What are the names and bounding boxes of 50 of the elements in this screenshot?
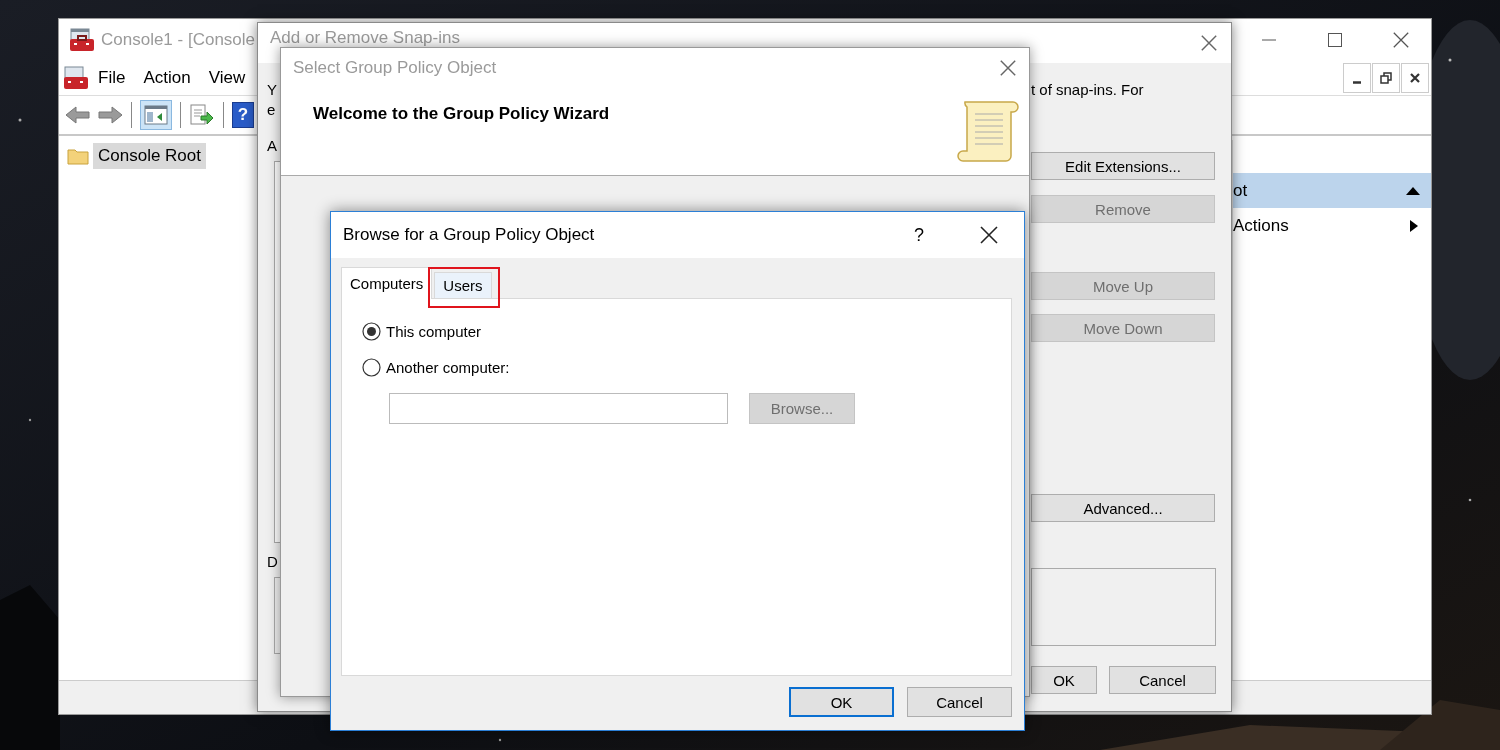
intro-text: t of snap-ins. For: [1031, 81, 1145, 100]
intro-text: e: [267, 101, 277, 120]
window-title: Select Group Policy Object: [293, 58, 497, 78]
forward-icon[interactable]: [97, 105, 123, 125]
child-close-button[interactable]: [1401, 63, 1429, 93]
menu-item[interactable]: File: [89, 68, 135, 88]
radio-button[interactable]: [362, 357, 381, 377]
actions-header-title: ot: [1233, 180, 1248, 201]
radio-label: This computer: [386, 322, 482, 340]
close-button[interactable]: [979, 225, 999, 245]
collapse-arrow-icon[interactable]: [1405, 185, 1421, 196]
child-minimize-button[interactable]: [1343, 63, 1371, 93]
back-icon[interactable]: [65, 105, 91, 125]
menu-item[interactable]: View: [199, 68, 255, 88]
restore-icon: [1380, 72, 1392, 84]
minimize-icon: [1353, 80, 1361, 84]
snapin-action-button[interactable]: Edit Extensions...: [1031, 152, 1215, 180]
expand-arrow-icon[interactable]: [1409, 219, 1419, 233]
tab[interactable]: Computers: [341, 267, 433, 299]
window-title: Add or Remove Snap-ins: [270, 28, 460, 48]
window-title: Console1 - [Console: [101, 30, 256, 50]
ok-button[interactable]: OK: [1031, 666, 1097, 694]
wizard-heading: Welcome to the Group Policy Wizard: [313, 104, 610, 124]
tree-item[interactable]: Console Root: [93, 143, 206, 169]
close-icon: [1409, 72, 1421, 84]
radio-label: Another computer:: [386, 358, 510, 376]
radio-button[interactable]: [362, 321, 381, 341]
export-list-icon[interactable]: [189, 104, 215, 126]
cancel-button[interactable]: Cancel: [907, 687, 1012, 717]
child-restore-button[interactable]: [1372, 63, 1400, 93]
maximize-button[interactable]: [1327, 32, 1343, 48]
tab[interactable]: Users: [434, 272, 492, 298]
actions-header[interactable]: ot: [1233, 173, 1431, 208]
help-button[interactable]: ?: [232, 102, 254, 128]
cancel-button[interactable]: Cancel: [1109, 666, 1216, 694]
computer-name-field[interactable]: [389, 393, 728, 424]
folder-icon: [67, 147, 89, 165]
actions-item[interactable]: Actions: [1233, 216, 1289, 236]
dialog-title: Browse for a Group Policy Object: [343, 225, 595, 245]
description-label: D: [267, 553, 279, 572]
ok-button[interactable]: OK: [789, 687, 894, 717]
console-menu-icon[interactable]: [63, 66, 89, 90]
list-label: A: [267, 137, 278, 156]
intro-text: Y: [267, 81, 278, 100]
console-app-icon: [69, 28, 95, 52]
menu-item[interactable]: Action: [134, 68, 200, 88]
close-button[interactable]: [1392, 31, 1410, 49]
show-tree-button[interactable]: [140, 100, 172, 130]
snapin-action-button[interactable]: Advanced...: [1031, 494, 1215, 522]
help-button[interactable]: ?: [904, 224, 934, 246]
